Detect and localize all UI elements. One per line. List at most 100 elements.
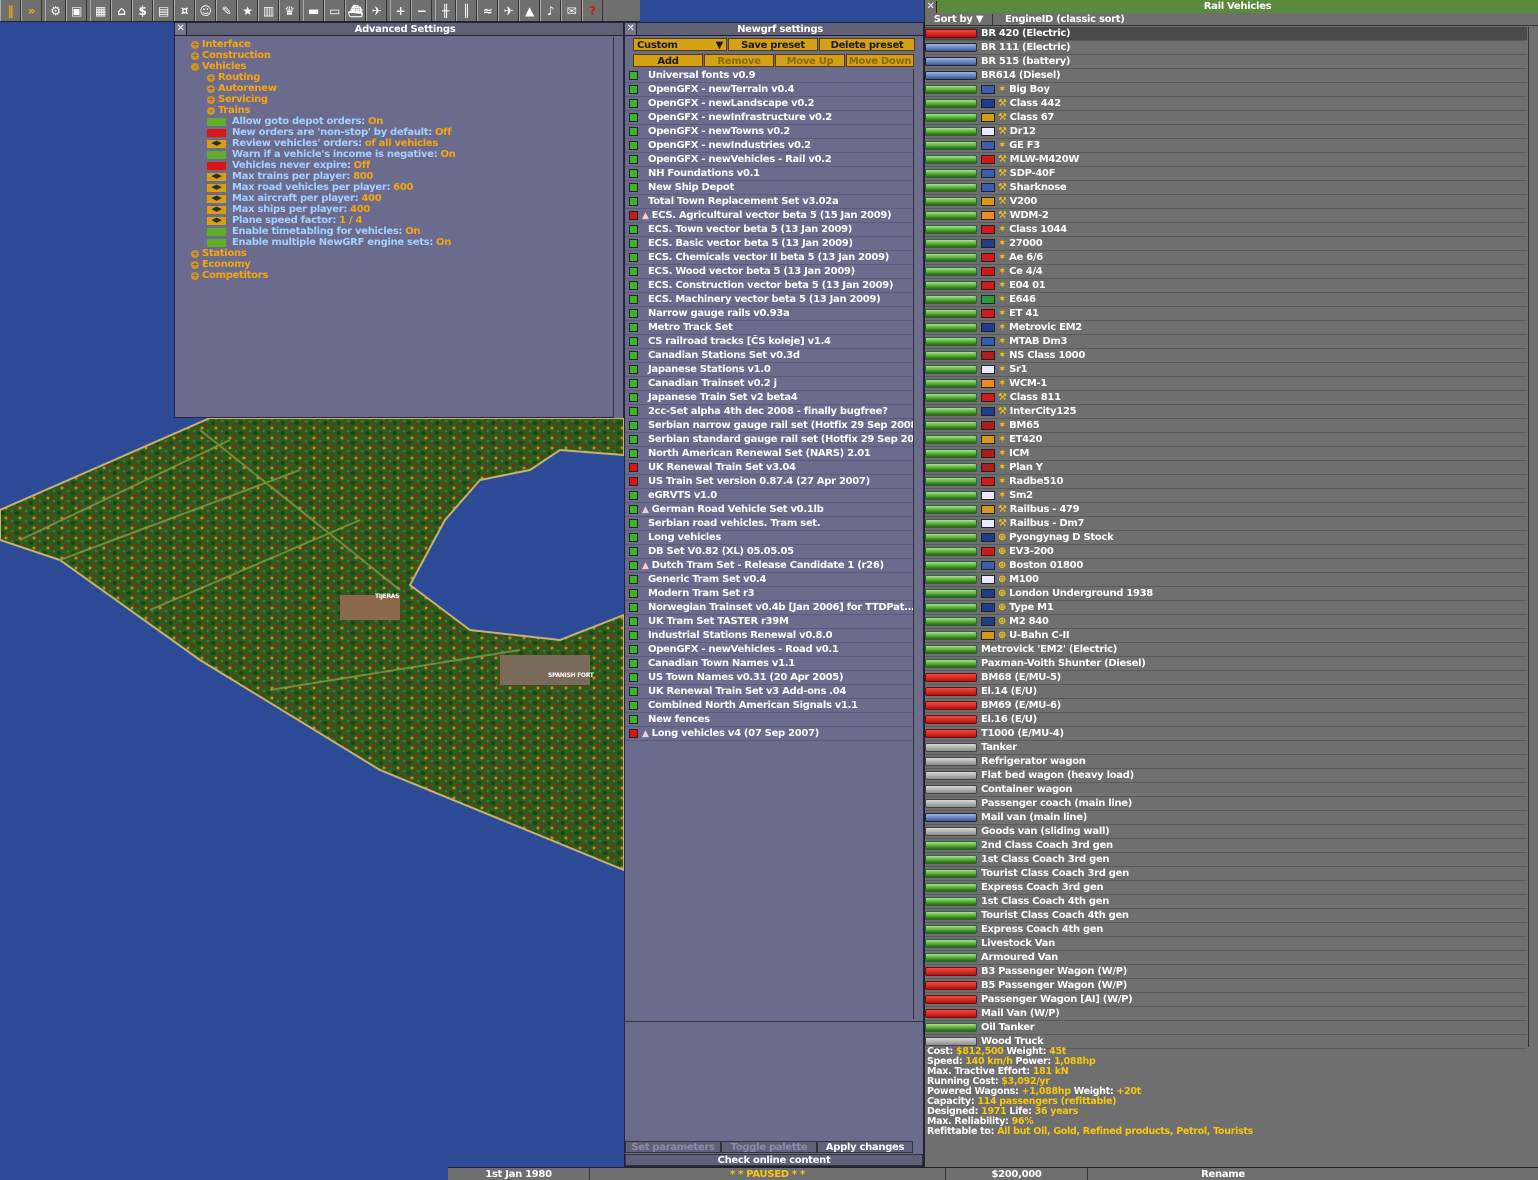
newgrf-titlebar[interactable]: ✕ Newgrf settings (625, 23, 923, 36)
vehicle-row[interactable]: Livestock Van (925, 937, 1527, 951)
toggle-switch[interactable] (207, 117, 226, 126)
vehicle-row[interactable]: ⊕ Pyongynag D Stock (925, 531, 1527, 545)
vehicle-row[interactable]: ✶ E646 (925, 293, 1527, 307)
newgrf-list-item[interactable]: UK Renewal Train Set v3 Add-ons .04 (625, 685, 913, 699)
vehicle-row[interactable]: ✶ Metrovic EM2 (925, 321, 1527, 335)
save-preset-button[interactable]: Save preset (728, 38, 818, 51)
newgrf-list-item[interactable]: CS railroad tracks [ČS koleje] v1.4 (625, 335, 913, 349)
vehicle-row[interactable]: ⚒ Railbus - Dm7 (925, 517, 1527, 531)
expand-toggle-icon[interactable]: + (207, 95, 215, 104)
vehicle-row[interactable]: Mail Van (W/P) (925, 1007, 1527, 1021)
save-icon[interactable]: ▣ (66, 0, 87, 21)
vehicle-row[interactable]: ⊕ London Underground 1938 (925, 587, 1527, 601)
toggle-switch[interactable] (207, 238, 226, 247)
delete-preset-button[interactable]: Delete preset (819, 38, 915, 51)
sort-by-button[interactable]: Sort by ▼ (925, 13, 993, 25)
newgrf-list-item[interactable]: ▲ German Road Vehicle Set v0.1lb (625, 503, 913, 517)
station-list-icon[interactable]: ▤ (153, 0, 174, 21)
newgrf-list-item[interactable]: ECS. Chemicals vector II beta 5 (13 Jan … (625, 251, 913, 265)
vehicle-row[interactable]: Armoured Van (925, 951, 1527, 965)
newgrf-list-item[interactable]: Combined North American Signals v1.1 (625, 699, 913, 713)
expand-toggle-icon[interactable]: + (191, 260, 199, 269)
pause-icon[interactable]: ‖ (0, 0, 21, 21)
zoom-in-icon[interactable]: + (390, 0, 411, 21)
vehicle-row[interactable]: 2nd Class Coach 3rd gen (925, 839, 1527, 853)
vehicle-row[interactable]: ⚒ Class 67 (925, 111, 1527, 125)
newgrf-list-item[interactable]: Serbian road vehicles. Tram set. (625, 517, 913, 531)
toggle-palette-button[interactable]: Toggle palette (721, 1141, 817, 1153)
move-down-button[interactable]: Move Down (846, 54, 914, 67)
vehicle-row[interactable]: ⊕ M100 (925, 573, 1527, 587)
vehicle-row[interactable]: El.14 (E/U) (925, 685, 1527, 699)
zoom-out-icon[interactable]: − (411, 0, 432, 21)
newgrf-list-item[interactable]: Japanese Train Set v2 beta4 (625, 391, 913, 405)
newgrf-list-item[interactable]: Canadian Stations Set v0.3d (625, 349, 913, 363)
newgrf-list-item[interactable]: Narrow gauge rails v0.93a (625, 307, 913, 321)
vehicle-row[interactable]: ⚒ MLW-M420W (925, 153, 1527, 167)
newgrf-list-item[interactable]: US Train Set version 0.87.4 (27 Apr 2007… (625, 475, 913, 489)
newgrf-list-item[interactable]: OpenGFX - newLandscape v0.2 (625, 97, 913, 111)
aircraft-icon[interactable]: ✈ (366, 0, 387, 21)
landscaping-icon[interactable]: ▲ (519, 0, 540, 21)
setting-row[interactable]: Warn if a vehicle's income is negative: O… (183, 149, 456, 160)
vehicle-row[interactable]: B3 Passenger Wagon (W/P) (925, 965, 1527, 979)
vehicle-row[interactable]: ⊕ Type M1 (925, 601, 1527, 615)
newgrf-list-item[interactable]: Canadian Town Names v1.1 (625, 657, 913, 671)
graphs-icon[interactable]: ▥ (258, 0, 279, 21)
newgrf-list-item[interactable]: New fences (625, 713, 913, 727)
newgrf-list-item[interactable]: OpenGFX - newIndustries v0.2 (625, 139, 913, 153)
tree-item[interactable]: - Vehicles (183, 61, 455, 72)
vehicle-row[interactable]: 1st Class Coach 3rd gen (925, 853, 1527, 867)
newgrf-list-item[interactable]: Norwegian Trainset v0.4b [Jan 2006] for … (625, 601, 913, 615)
vehicle-row[interactable]: 1st Class Coach 4th gen (925, 895, 1527, 909)
goals-icon[interactable]: ★ (237, 0, 258, 21)
newgrf-list-item[interactable]: Total Town Replacement Set v3.02a (625, 195, 913, 209)
newgrf-list-item[interactable]: NH Foundations v0.1 (625, 167, 913, 181)
vehicle-row[interactable]: ⊕ M2 840 (925, 615, 1527, 629)
ships-icon[interactable]: ⛴ (345, 0, 366, 21)
vehicle-row[interactable]: BR 420 (Electric) (925, 27, 1527, 41)
newgrf-list-item[interactable]: Industrial Stations Renewal v0.8.0 (625, 629, 913, 643)
vehicle-row[interactable]: ✶ Big Boy (925, 83, 1527, 97)
close-icon[interactable]: ✕ (175, 23, 187, 35)
build-air-icon[interactable]: ✈ (498, 0, 519, 21)
setting-row[interactable]: ◀▶ Plane speed factor: 1 / 4 (183, 215, 455, 226)
newgrf-list-item[interactable]: ECS. Machinery vector beta 5 (13 Jan 200… (625, 293, 913, 307)
toggle-switch[interactable] (207, 161, 226, 170)
newgrf-list-item[interactable]: ECS. Basic vector beta 5 (13 Jan 2009) (625, 237, 913, 251)
vehicle-row[interactable]: Paxman-Voith Shunter (Diesel) (925, 657, 1527, 671)
newgrf-list-item[interactable]: ▲ Dutch Tram Set - Release Candidate 1 (r… (625, 559, 913, 573)
setting-row[interactable]: ◀▶ Max aircraft per player: 400 (183, 193, 455, 204)
newgrf-list-item[interactable]: ▲ Long vehicles v4 (07 Sep 2007) (625, 727, 913, 741)
scrollbar[interactable] (913, 69, 923, 1019)
value-arrows-icon[interactable]: ◀▶ (207, 216, 226, 225)
remove-button[interactable]: Remove (704, 54, 774, 67)
vehicle-row[interactable]: ⚒ V200 (925, 195, 1527, 209)
vehicle-row[interactable]: Tourist Class Coach 3rd gen (925, 867, 1527, 881)
vehicle-row[interactable]: Flat bed wagon (heavy load) (925, 769, 1527, 783)
newgrf-list-item[interactable]: US Town Names v0.31 (20 Apr 2005) (625, 671, 913, 685)
newgrf-list-item[interactable]: Universal fonts v0.9 (625, 69, 913, 83)
vehicle-row[interactable]: ✶ Ce 4/4 (925, 265, 1527, 279)
tree-item[interactable]: + Autorenew (183, 83, 455, 94)
vehicle-row[interactable]: El.16 (E/U) (925, 713, 1527, 727)
newgrf-list-item[interactable]: OpenGFX - newVehicles - Rail v0.2 (625, 153, 913, 167)
advanced-settings-titlebar[interactable]: ✕ Advanced Settings (175, 23, 623, 36)
road-vehicles-icon[interactable]: ▭ (324, 0, 345, 21)
tree-item[interactable]: + Construction (183, 50, 455, 61)
newgrf-list-item[interactable]: Serbian narrow gauge rail set (Hotfix 29… (625, 419, 913, 433)
vehicle-row[interactable]: T1000 (E/MU-4) (925, 727, 1527, 741)
league-icon[interactable]: ♛ (279, 0, 300, 21)
tree-item[interactable]: - Trains (183, 105, 455, 116)
vehicle-row[interactable]: Goods van (sliding wall) (925, 825, 1527, 839)
newgrf-list-item[interactable]: eGRVTS v1.0 (625, 489, 913, 503)
newgrf-list[interactable]: Universal fonts v0.9 OpenGFX - newTerrain… (625, 69, 913, 741)
vehicle-row[interactable]: ✶ BM65 (925, 419, 1527, 433)
vehicle-row[interactable]: ⊕ U-Bahn C-II (925, 629, 1527, 643)
newgrf-list-item[interactable]: Metro Track Set (625, 321, 913, 335)
newgrf-list-item[interactable]: Generic Tram Set v0.4 (625, 573, 913, 587)
vehicle-list[interactable]: BR 420 (Electric) BR 111 (Electric) BR 515… (925, 27, 1527, 1049)
vehicle-row[interactable]: ⚒ Class 811 (925, 391, 1527, 405)
expand-toggle-icon[interactable]: + (191, 51, 199, 60)
vehicle-row[interactable]: ⊕ EV3-200 (925, 545, 1527, 559)
